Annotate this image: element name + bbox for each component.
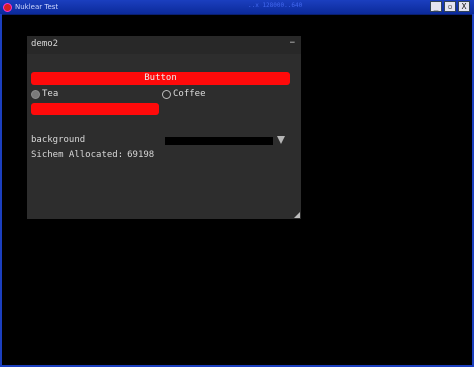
- minimize-window-button[interactable]: _: [430, 1, 442, 12]
- radio-tea-label: Tea: [42, 89, 59, 99]
- value-slider[interactable]: [31, 103, 159, 115]
- demo-window-header[interactable]: demo2 −: [27, 36, 301, 54]
- close-window-button[interactable]: X: [458, 1, 470, 12]
- os-window-border-left: [0, 14, 2, 367]
- radio-coffee-label: Coffee: [173, 89, 206, 99]
- os-window-title-group: Nuklear Test: [3, 1, 58, 13]
- allocation-value: 69198: [127, 150, 155, 160]
- background-label: background: [31, 135, 86, 145]
- minimize-icon[interactable]: −: [290, 38, 295, 48]
- radio-selected-icon: [31, 89, 40, 99]
- background-color-combo[interactable]: [165, 137, 273, 145]
- os-window-controls: _ ▫ X: [430, 1, 470, 12]
- allocation-readout: Sichem Allocated: 69198: [31, 150, 154, 160]
- radio-tea[interactable]: Tea: [31, 89, 58, 99]
- resize-grip-icon[interactable]: [294, 212, 300, 218]
- radio-coffee[interactable]: Coffee: [162, 89, 206, 99]
- demo-window-title: demo2: [31, 39, 59, 49]
- demo-window: demo2 − Button Tea Coffee background Sic…: [27, 36, 301, 219]
- os-status-text: ..x 128000..640: [248, 2, 303, 9]
- demo-button[interactable]: Button: [31, 72, 290, 85]
- dropdown-arrow-icon[interactable]: [277, 136, 285, 144]
- app-icon: [3, 2, 12, 12]
- radio-unselected-icon: [162, 89, 171, 99]
- os-window-titlebar[interactable]: Nuklear Test ..x 128000..640 _ ▫ X: [0, 0, 474, 15]
- os-window-title: Nuklear Test: [15, 3, 59, 11]
- maximize-window-button[interactable]: ▫: [444, 1, 456, 12]
- allocation-label: Sichem Allocated:: [31, 150, 124, 160]
